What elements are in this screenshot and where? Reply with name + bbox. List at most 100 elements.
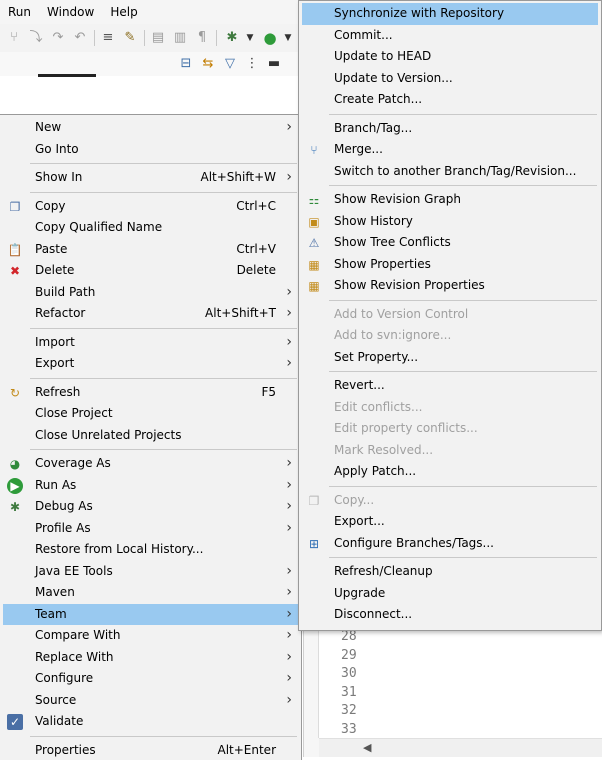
menu-item-refactor[interactable]: RefactorAlt+Shift+T› bbox=[3, 303, 298, 325]
menu-item-coverage-as[interactable]: ◕Coverage As› bbox=[3, 453, 298, 475]
menu-item-label: Upgrade bbox=[334, 583, 385, 605]
horizontal-scrollbar[interactable]: ◀ bbox=[319, 738, 602, 757]
step-return-icon[interactable]: ↶ bbox=[72, 30, 88, 46]
line-number: 32 bbox=[341, 702, 381, 721]
menu-item-label: Synchronize with Repository bbox=[334, 3, 504, 25]
menu-separator bbox=[30, 163, 297, 164]
git-branch-icon[interactable]: ⑂ bbox=[6, 30, 22, 46]
menu-item-maven[interactable]: Maven› bbox=[3, 582, 298, 604]
menu-item-paste[interactable]: 📋PasteCtrl+V bbox=[3, 239, 298, 261]
menu-item-copy-qualified-name[interactable]: Copy Qualified Name bbox=[3, 217, 298, 239]
menu-item-show-revision-properties[interactable]: ▦Show Revision Properties bbox=[302, 275, 598, 297]
menu-item-switch-to-another-branch-tag-revision[interactable]: Switch to another Branch/Tag/Revision... bbox=[302, 161, 598, 183]
menu-item-show-in[interactable]: Show InAlt+Shift+W› bbox=[3, 167, 298, 189]
menu-item-new[interactable]: New› bbox=[3, 117, 298, 139]
chevron-down-icon[interactable]: ▼ bbox=[242, 30, 258, 46]
menu-item-configure-branches-tags[interactable]: ⊞Configure Branches/Tags... bbox=[302, 533, 598, 555]
debug-icon: ✱ bbox=[7, 499, 23, 515]
step-over-icon[interactable]: ↷ bbox=[50, 30, 66, 46]
menu-item-synchronize-with-repository[interactable]: Synchronize with Repository bbox=[302, 3, 598, 25]
menu-item-disconnect[interactable]: Disconnect... bbox=[302, 604, 598, 626]
menu-window[interactable]: Window bbox=[39, 0, 102, 24]
pilcrow-icon[interactable]: ¶ bbox=[194, 30, 210, 46]
chevron-right-icon: › bbox=[286, 518, 292, 540]
menu-item-show-history[interactable]: ▣Show History bbox=[302, 211, 598, 233]
editor-text-area[interactable]: 28 29 30 31 32 33 bbox=[318, 626, 602, 738]
bug-icon[interactable]: ✱ bbox=[224, 30, 240, 46]
menu-item-upgrade[interactable]: Upgrade bbox=[302, 583, 598, 605]
menu-item-label: Add to svn:ignore... bbox=[334, 325, 451, 347]
menu-item-compare-with[interactable]: Compare With› bbox=[3, 625, 298, 647]
menu-item-restore-from-local-history[interactable]: Restore from Local History... bbox=[3, 539, 298, 561]
menu-item-label: Maven bbox=[35, 582, 75, 604]
menu-separator bbox=[30, 736, 297, 737]
menu-item-shortcut: Alt+Shift+W bbox=[201, 167, 277, 189]
menu-item-refresh[interactable]: ↻RefreshF5 bbox=[3, 382, 298, 404]
menu-item-label: Restore from Local History... bbox=[35, 539, 203, 561]
menu-item-label: Merge... bbox=[334, 139, 383, 161]
menu-item-validate[interactable]: ✓Validate bbox=[3, 711, 298, 733]
menu-item-go-into[interactable]: Go Into bbox=[3, 139, 298, 161]
menu-item-run-as[interactable]: ▶Run As› bbox=[3, 475, 298, 497]
menu-item-label: Refresh bbox=[35, 382, 80, 404]
filter-icon[interactable]: ▽ bbox=[222, 56, 238, 72]
menu-item-import[interactable]: Import› bbox=[3, 332, 298, 354]
menu-item-label: Delete bbox=[35, 260, 74, 282]
menu-item-update-to-version[interactable]: Update to Version... bbox=[302, 68, 598, 90]
menu-item-merge[interactable]: ⑂Merge... bbox=[302, 139, 598, 161]
menu-item-label: Debug As bbox=[35, 496, 93, 518]
chevron-down-icon[interactable]: ▼ bbox=[280, 30, 296, 46]
menu-item-label: Show Properties bbox=[334, 254, 431, 276]
link-editor-icon[interactable]: ⇆ bbox=[200, 56, 216, 72]
menu-item-copy[interactable]: ❐CopyCtrl+C bbox=[3, 196, 298, 218]
chevron-right-icon: › bbox=[286, 282, 292, 304]
menu-item-profile-as[interactable]: Profile As› bbox=[3, 518, 298, 540]
menu-item-replace-with[interactable]: Replace With› bbox=[3, 647, 298, 669]
refresh-icon: ↻ bbox=[7, 385, 23, 401]
menu-run[interactable]: Run bbox=[0, 0, 39, 24]
step-icon[interactable]: ⤵ bbox=[28, 30, 44, 46]
menu-item-show-properties[interactable]: ▦Show Properties bbox=[302, 254, 598, 276]
menu-item-show-revision-graph[interactable]: ⚏Show Revision Graph bbox=[302, 189, 598, 211]
menu-item-refresh-cleanup[interactable]: Refresh/Cleanup bbox=[302, 561, 598, 583]
wand-icon[interactable]: ✎ bbox=[122, 30, 138, 46]
menu-item-team[interactable]: Team› bbox=[3, 604, 298, 626]
menu-item-branch-tag[interactable]: Branch/Tag... bbox=[302, 118, 598, 140]
menu-item-source[interactable]: Source› bbox=[3, 690, 298, 712]
menu-item-close-unrelated-projects[interactable]: Close Unrelated Projects bbox=[3, 425, 298, 447]
scroll-left-icon[interactable]: ◀ bbox=[363, 741, 371, 754]
collapse-all-icon[interactable]: ⊟ bbox=[178, 56, 194, 72]
minimize-icon[interactable]: ▬ bbox=[266, 56, 282, 72]
menu-item-close-project[interactable]: Close Project bbox=[3, 403, 298, 425]
menu-item-java-ee-tools[interactable]: Java EE Tools› bbox=[3, 561, 298, 583]
chevron-right-icon: › bbox=[286, 625, 292, 647]
document-icon[interactable]: ▤ bbox=[150, 30, 166, 46]
menu-item-create-patch[interactable]: Create Patch... bbox=[302, 89, 598, 111]
menu-item-label: Run As bbox=[35, 475, 76, 497]
menu-item-label: Add to Version Control bbox=[334, 304, 468, 326]
menu-separator bbox=[30, 328, 297, 329]
menu-item-configure[interactable]: Configure› bbox=[3, 668, 298, 690]
page-icon[interactable]: ▥ bbox=[172, 30, 188, 46]
menu-item-apply-patch[interactable]: Apply Patch... bbox=[302, 461, 598, 483]
list-icon[interactable]: ≡ bbox=[100, 30, 116, 46]
menu-item-debug-as[interactable]: ✱Debug As› bbox=[3, 496, 298, 518]
menu-item-export[interactable]: Export... bbox=[302, 511, 598, 533]
menu-item-commit[interactable]: Commit... bbox=[302, 25, 598, 47]
menu-item-revert[interactable]: Revert... bbox=[302, 375, 598, 397]
run-icon[interactable]: ● bbox=[262, 30, 278, 46]
menu-item-show-tree-conflicts[interactable]: ⚠Show Tree Conflicts bbox=[302, 232, 598, 254]
chevron-right-icon: › bbox=[286, 690, 292, 712]
menu-item-update-to-head[interactable]: Update to HEAD bbox=[302, 46, 598, 68]
menu-help[interactable]: Help bbox=[102, 0, 145, 24]
menu-item-set-property[interactable]: Set Property... bbox=[302, 347, 598, 369]
menu-item-delete[interactable]: ✖DeleteDelete bbox=[3, 260, 298, 282]
menu-item-properties[interactable]: PropertiesAlt+Enter bbox=[3, 740, 298, 761]
menu-item-build-path[interactable]: Build Path› bbox=[3, 282, 298, 304]
chevron-right-icon: › bbox=[286, 561, 292, 583]
run-icon: ▶ bbox=[7, 478, 23, 494]
menu-item-export[interactable]: Export› bbox=[3, 353, 298, 375]
view-menu-icon[interactable]: ⋮ bbox=[244, 56, 260, 72]
menu-item-label: Export... bbox=[334, 511, 385, 533]
menu-item-label: New bbox=[35, 117, 61, 139]
